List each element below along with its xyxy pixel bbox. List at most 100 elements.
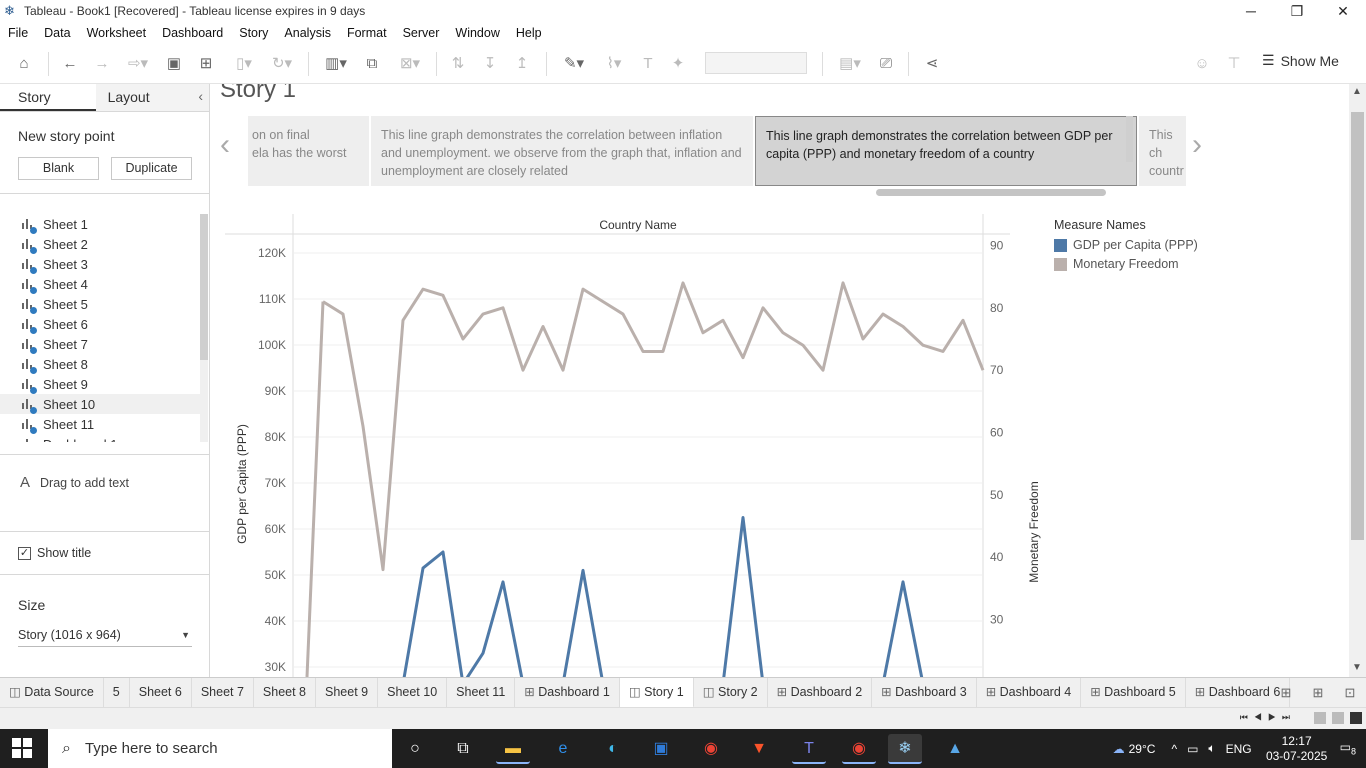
minimize-button[interactable]: ─ [1228,0,1274,22]
notifications-icon[interactable]: ▭8 [1340,740,1356,756]
sheet-tab[interactable]: 5 [104,677,130,708]
menu-help[interactable]: Help [508,26,550,40]
sheet-tab[interactable]: ⊞ Dashboard 4 [977,677,1082,708]
legend-item-monetary-freedom[interactable]: Monetary Freedom [1054,257,1198,271]
new-dashboard-tab-icon[interactable]: ⊞ [1302,678,1334,708]
task-view-icon[interactable]: ⧉ [446,734,480,764]
undo-icon[interactable]: ← [58,52,82,76]
canvas-scrollbar[interactable]: ▲ ▼ [1349,84,1366,677]
presentation-mode-icon[interactable]: ⎚ [874,52,898,76]
language-indicator[interactable]: ENG [1226,742,1252,756]
photos-icon[interactable]: ▲ [938,734,972,764]
sheet-list-item[interactable]: Sheet 2 [0,234,200,254]
sheet-list-scrollbar[interactable] [200,214,208,442]
redo-icon[interactable]: → [90,52,114,76]
close-button[interactable]: ✕ [1320,0,1366,22]
tab-layout[interactable]: Layout [95,84,209,111]
menu-analysis[interactable]: Analysis [276,26,339,40]
show-hidden-icons-icon[interactable]: ^ [1171,742,1177,756]
sheet-navigation-icons[interactable]: ⏮◀▶⏭ [1240,712,1296,723]
menu-window[interactable]: Window [447,26,507,40]
menu-worksheet[interactable]: Worksheet [79,26,155,40]
menu-format[interactable]: Format [339,26,395,40]
weather-temp[interactable]: 29°C [1129,742,1156,756]
sheet-list-item[interactable]: Sheet 11 [0,414,200,434]
sheet-list-item[interactable]: Sheet 5 [0,294,200,314]
brave-icon[interactable]: ▼ [742,734,776,764]
store-icon[interactable]: ▣ [644,734,678,764]
size-dropdown[interactable]: Story (1016 x 964) ▼ [18,628,192,647]
taskbar-search[interactable]: ⌕ Type here to search [48,729,392,768]
group-members-icon[interactable]: ⌇▾ [596,52,632,76]
sheet-tab[interactable]: Sheet 6 [130,677,192,708]
show-title-checkbox[interactable]: ✓ Show title [18,546,91,560]
teams-icon[interactable]: T [792,734,826,764]
refresh-icon[interactable]: ↻▾ [264,52,300,76]
sheet-list-item[interactable]: Sheet 9 [0,374,200,394]
volume-icon[interactable]: 🔈︎ [1208,741,1215,756]
menu-file[interactable]: File [0,26,36,40]
sheet-tab[interactable]: ⊞ Dashboard 3 [872,677,977,708]
duplicate-button[interactable]: Duplicate [111,157,192,180]
file-explorer-icon[interactable]: ▬ [496,734,530,764]
edge-icon[interactable]: ◐ [596,734,630,764]
new-worksheet-icon[interactable]: ▥▾ [318,52,354,76]
home-icon[interactable]: ⌂ [12,52,36,76]
chrome-profile-icon[interactable]: ◉ [842,734,876,764]
duplicate-sheet-icon[interactable]: ⧉ [360,52,384,76]
fit-dropdown[interactable] [705,52,807,74]
sheet-tab[interactable]: ◫ Data Source [0,677,104,708]
clear-sheet-icon[interactable]: ⊠▾ [392,52,428,76]
scrollbar-thumb[interactable] [1351,112,1364,540]
sheet-tab[interactable]: ⊞ Dashboard 5 [1081,677,1186,708]
new-worksheet-tab-icon[interactable]: ⊞ [1270,678,1302,708]
clock[interactable]: 12:17 03-07-2025 [1260,734,1334,764]
battery-icon[interactable]: ▭ [1187,742,1198,756]
cortana-icon[interactable]: ○ [398,734,432,764]
replay-icon[interactable]: ⇨▾ [120,52,156,76]
swap-icon[interactable]: ⇅ [446,52,470,76]
scroll-down-icon[interactable]: ▼ [1352,662,1362,673]
sheet-tab[interactable]: ⊞ Dashboard 1 [515,677,620,708]
menu-story[interactable]: Story [231,26,276,40]
tableau-taskbar-icon[interactable]: ❄ [888,734,922,764]
sheet-list-item[interactable]: Sheet 1 [0,214,200,234]
internet-explorer-icon[interactable]: e [546,734,580,764]
scroll-up-icon[interactable]: ▲ [1352,86,1362,97]
sheet-tab[interactable]: Sheet 9 [316,677,379,708]
menu-data[interactable]: Data [36,26,78,40]
tableau-bot-icon[interactable]: ☺ [1190,52,1214,76]
drag-to-add-text[interactable]: A Drag to add text [20,474,129,491]
sheet-list-item[interactable]: Sheet 7 [0,334,200,354]
tab-story[interactable]: Story [0,84,96,111]
view-mode-icons[interactable] [1314,712,1362,724]
sheet-tab[interactable]: ⊞ Dashboard 2 [768,677,873,708]
save-icon[interactable]: ▣ [162,52,186,76]
share-icon[interactable]: ⋖ [920,52,944,76]
new-story-tab-icon[interactable]: ⊡ [1334,678,1366,708]
sheet-list-item[interactable]: Sheet 4 [0,274,200,294]
menu-dashboard[interactable]: Dashboard [154,26,231,40]
fit-icon[interactable]: ▤▾ [832,52,868,76]
show-me-button[interactable]: ☰ Show Me [1262,52,1339,69]
sort-ascending-icon[interactable]: ↧ [478,52,502,76]
sheet-tab[interactable]: Sheet 7 [192,677,254,708]
pause-updates-icon[interactable]: ▯▾ [226,52,262,76]
menu-server[interactable]: Server [395,26,448,40]
highlight-icon[interactable]: ✎▾ [556,52,592,76]
sheet-list-item[interactable]: Sheet 3 [0,254,200,274]
blank-button[interactable]: Blank [18,157,99,180]
collapse-pane-icon[interactable]: ‹ [198,88,203,104]
legend-item-gdp[interactable]: GDP per Capita (PPP) [1054,238,1198,252]
sheet-list-item[interactable]: Sheet 8 [0,354,200,374]
sheet-list-item[interactable]: Sheet 10 [0,394,200,414]
pin-icon[interactable]: ⊤ [1222,52,1246,76]
restore-button[interactable]: ❐ [1274,0,1320,22]
sheet-list-item[interactable]: Sheet 6 [0,314,200,334]
show-labels-icon[interactable]: T [636,52,660,76]
sheet-tab[interactable]: Sheet 11 [447,677,516,708]
fix-axes-icon[interactable]: ✦ [666,52,690,76]
sheet-list-item[interactable]: Dashboard 1 [0,434,200,442]
chrome-icon[interactable]: ◉ [694,734,728,764]
new-data-source-icon[interactable]: ⊞ [194,52,218,76]
